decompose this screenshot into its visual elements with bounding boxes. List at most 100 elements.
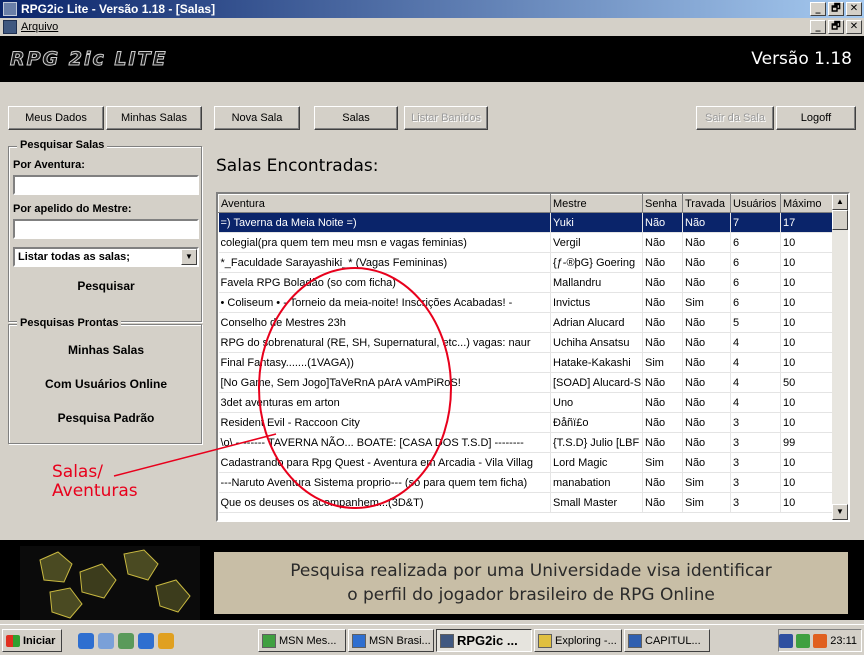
desktop-quicklaunch-icon[interactable] [98, 633, 114, 649]
menu-arquivo[interactable]: Arquivo [21, 21, 58, 33]
vertical-scrollbar[interactable]: ▲ ▼ [832, 194, 848, 520]
table-cell: =) Taverna da Meia Noite =) [218, 212, 551, 233]
rooms-table: Aventura Mestre Senha Travada Usuários Máximo… [216, 192, 850, 522]
table-cell: Adrian Alucard [550, 312, 643, 333]
table-row[interactable]: =) Taverna da Meia Noite =) Yuki Não Não 7 17 [218, 212, 833, 233]
app-logo: RPG 2ic LITE [10, 48, 168, 71]
table-cell: Não [682, 432, 731, 453]
table-cell: Sim [682, 472, 731, 493]
meus-dados-button[interactable]: Meus Dados [8, 106, 104, 130]
ad-banner[interactable]: Pesquisa realizada por uma Universidade … [0, 540, 864, 620]
list-rooms-select[interactable]: Listar todas as salas; ▼ [13, 247, 199, 267]
table-cell: {T.S.D} Julio [LBF [550, 432, 643, 453]
column-header[interactable]: Mestre [550, 194, 643, 213]
child-restore-button[interactable]: 🗗 [828, 20, 844, 34]
salas-button[interactable]: Salas [314, 106, 398, 130]
table-row[interactable]: \o\ -------- TAVERNA NÃO... BOATE: [CASA… [218, 432, 833, 453]
table-cell: 10 [780, 292, 833, 313]
table-cell: 6 [730, 232, 781, 253]
search-rooms-group: Pesquisar Salas Por Aventura: Por apelid… [8, 139, 203, 322]
title-bar: RPG2ic Lite - Versão 1.18 - [Salas] _ 🗗 … [0, 0, 864, 18]
column-header[interactable]: Travada [682, 194, 731, 213]
table-cell: Favela RPG Boladão (so com ficha) [218, 272, 551, 293]
ie-quicklaunch-icon[interactable] [78, 633, 94, 649]
ie2-quicklaunch-icon[interactable] [138, 633, 154, 649]
banner-line-2: o perfil do jogador brasileiro de RPG On… [347, 585, 715, 605]
table-cell: Não [642, 472, 683, 493]
ready-usuarios-online-link[interactable]: Com Usuários Online [9, 377, 203, 391]
master-search-input[interactable] [13, 219, 199, 239]
scroll-down-icon[interactable]: ▼ [832, 504, 848, 520]
table-row[interactable]: colegial(pra quem tem meu msn e vagas fe… [218, 232, 833, 253]
table-cell: 10 [780, 252, 833, 273]
task-exploring[interactable]: Exploring -... [534, 629, 622, 652]
table-row[interactable]: Resident Evil - Raccoon City Ðåñï£o Não Não… [218, 412, 833, 433]
table-cell: Sim [642, 352, 683, 373]
scroll-thumb[interactable] [832, 210, 848, 230]
table-row[interactable]: [No Game, Sem Jogo]TaVeRnA pArA vAmPiRoS… [218, 372, 833, 393]
network-icon[interactable] [779, 633, 794, 648]
child-close-button[interactable]: ✕ [846, 20, 862, 34]
chevron-down-icon[interactable]: ▼ [181, 249, 197, 265]
messenger-tray-icon[interactable] [813, 633, 828, 648]
maximize-button[interactable]: 🗗 [828, 2, 844, 16]
table-row[interactable]: 3det aventuras em arton Uno Não Não 4 10 [218, 392, 833, 413]
minimize-button[interactable]: _ [810, 2, 826, 16]
table-cell: 10 [780, 412, 833, 433]
outlook-quicklaunch-icon[interactable] [118, 633, 134, 649]
table-cell: Sim [682, 292, 731, 313]
column-header[interactable]: Máximo [780, 194, 833, 213]
close-button[interactable]: ✕ [846, 2, 862, 16]
table-row[interactable]: ---Naruto Aventura Sistema proprio--- (s… [218, 472, 833, 493]
clock: 23:11 [830, 634, 857, 647]
column-header[interactable]: Usuários [730, 194, 781, 213]
minhas-salas-button[interactable]: Minhas Salas [106, 106, 202, 130]
table-row[interactable]: Favela RPG Boladão (so com ficha) Malland… [218, 272, 833, 293]
table-cell: Mallandru [550, 272, 643, 293]
task-label: MSN Brasi... [369, 634, 431, 647]
table-row[interactable]: RPG do sobrenatural (RE, SH, Supernatura… [218, 332, 833, 353]
dice-image [20, 546, 200, 620]
task-msn-brasil[interactable]: MSN Brasi... [348, 629, 434, 652]
table-cell: 10 [780, 312, 833, 333]
task-label: CAPITUL... [645, 634, 701, 647]
table-row[interactable]: Que os deuses os acompanhem...(3D&T) Smal… [218, 492, 833, 513]
table-row[interactable]: Conselho de Mestres 23h Adrian Alucard Não… [218, 312, 833, 333]
table-cell: Vergil [550, 232, 643, 253]
column-header[interactable]: Senha [642, 194, 683, 213]
ready-searches-group: Pesquisas Prontas Minhas Salas Com Usuár… [8, 317, 203, 444]
task-capitulo[interactable]: CAPITUL... [624, 629, 710, 652]
msn-quicklaunch-icon[interactable] [158, 633, 174, 649]
table-cell: 10 [780, 352, 833, 373]
table-cell: Lord Magic [550, 452, 643, 473]
logoff-button[interactable]: Logoff [776, 106, 856, 130]
sair-da-sala-button[interactable]: Sair da Sala [696, 106, 774, 130]
table-row[interactable]: *_Faculdade Sarayashiki_* (Vagas Feminin… [218, 252, 833, 273]
nova-sala-button[interactable]: Nova Sala [214, 106, 300, 130]
table-row[interactable]: Final Fantasy.......(1VAGA)) Hatake-Kakas… [218, 352, 833, 373]
task-msn-messenger[interactable]: MSN Mes... [258, 629, 346, 652]
document-icon[interactable] [3, 20, 17, 34]
listar-banidos-button[interactable]: Listar Banidos [404, 106, 488, 130]
banner-line-1: Pesquisa realizada por uma Universidade … [290, 561, 772, 581]
table-cell: Não [682, 352, 731, 373]
column-header[interactable]: Aventura [218, 194, 551, 213]
ready-minhas-salas-link[interactable]: Minhas Salas [9, 343, 203, 357]
table-cell: Uno [550, 392, 643, 413]
table-cell: Não [642, 312, 683, 333]
table-row[interactable]: Cadastrando para Rpg Quest - Aventura em… [218, 452, 833, 473]
msn-tray-icon[interactable] [796, 633, 811, 648]
rpg2ic-icon [440, 633, 454, 648]
task-rpg2ic[interactable]: RPG2ic ... [436, 629, 532, 652]
table-cell: Não [682, 452, 731, 473]
search-button[interactable]: Pesquisar [9, 279, 203, 293]
start-button[interactable]: Iniciar [2, 629, 62, 652]
scroll-up-icon[interactable]: ▲ [832, 194, 848, 210]
table-row[interactable]: • Coliseum • - Torneio da meia-noite! In… [218, 292, 833, 313]
adventure-search-input[interactable] [13, 175, 199, 195]
table-cell: 10 [780, 332, 833, 353]
child-minimize-button[interactable]: _ [810, 20, 826, 34]
table-cell: Invictus [550, 292, 643, 313]
msn-icon [262, 633, 276, 648]
ready-pesquisa-padrao-link[interactable]: Pesquisa Padrão [9, 411, 203, 425]
